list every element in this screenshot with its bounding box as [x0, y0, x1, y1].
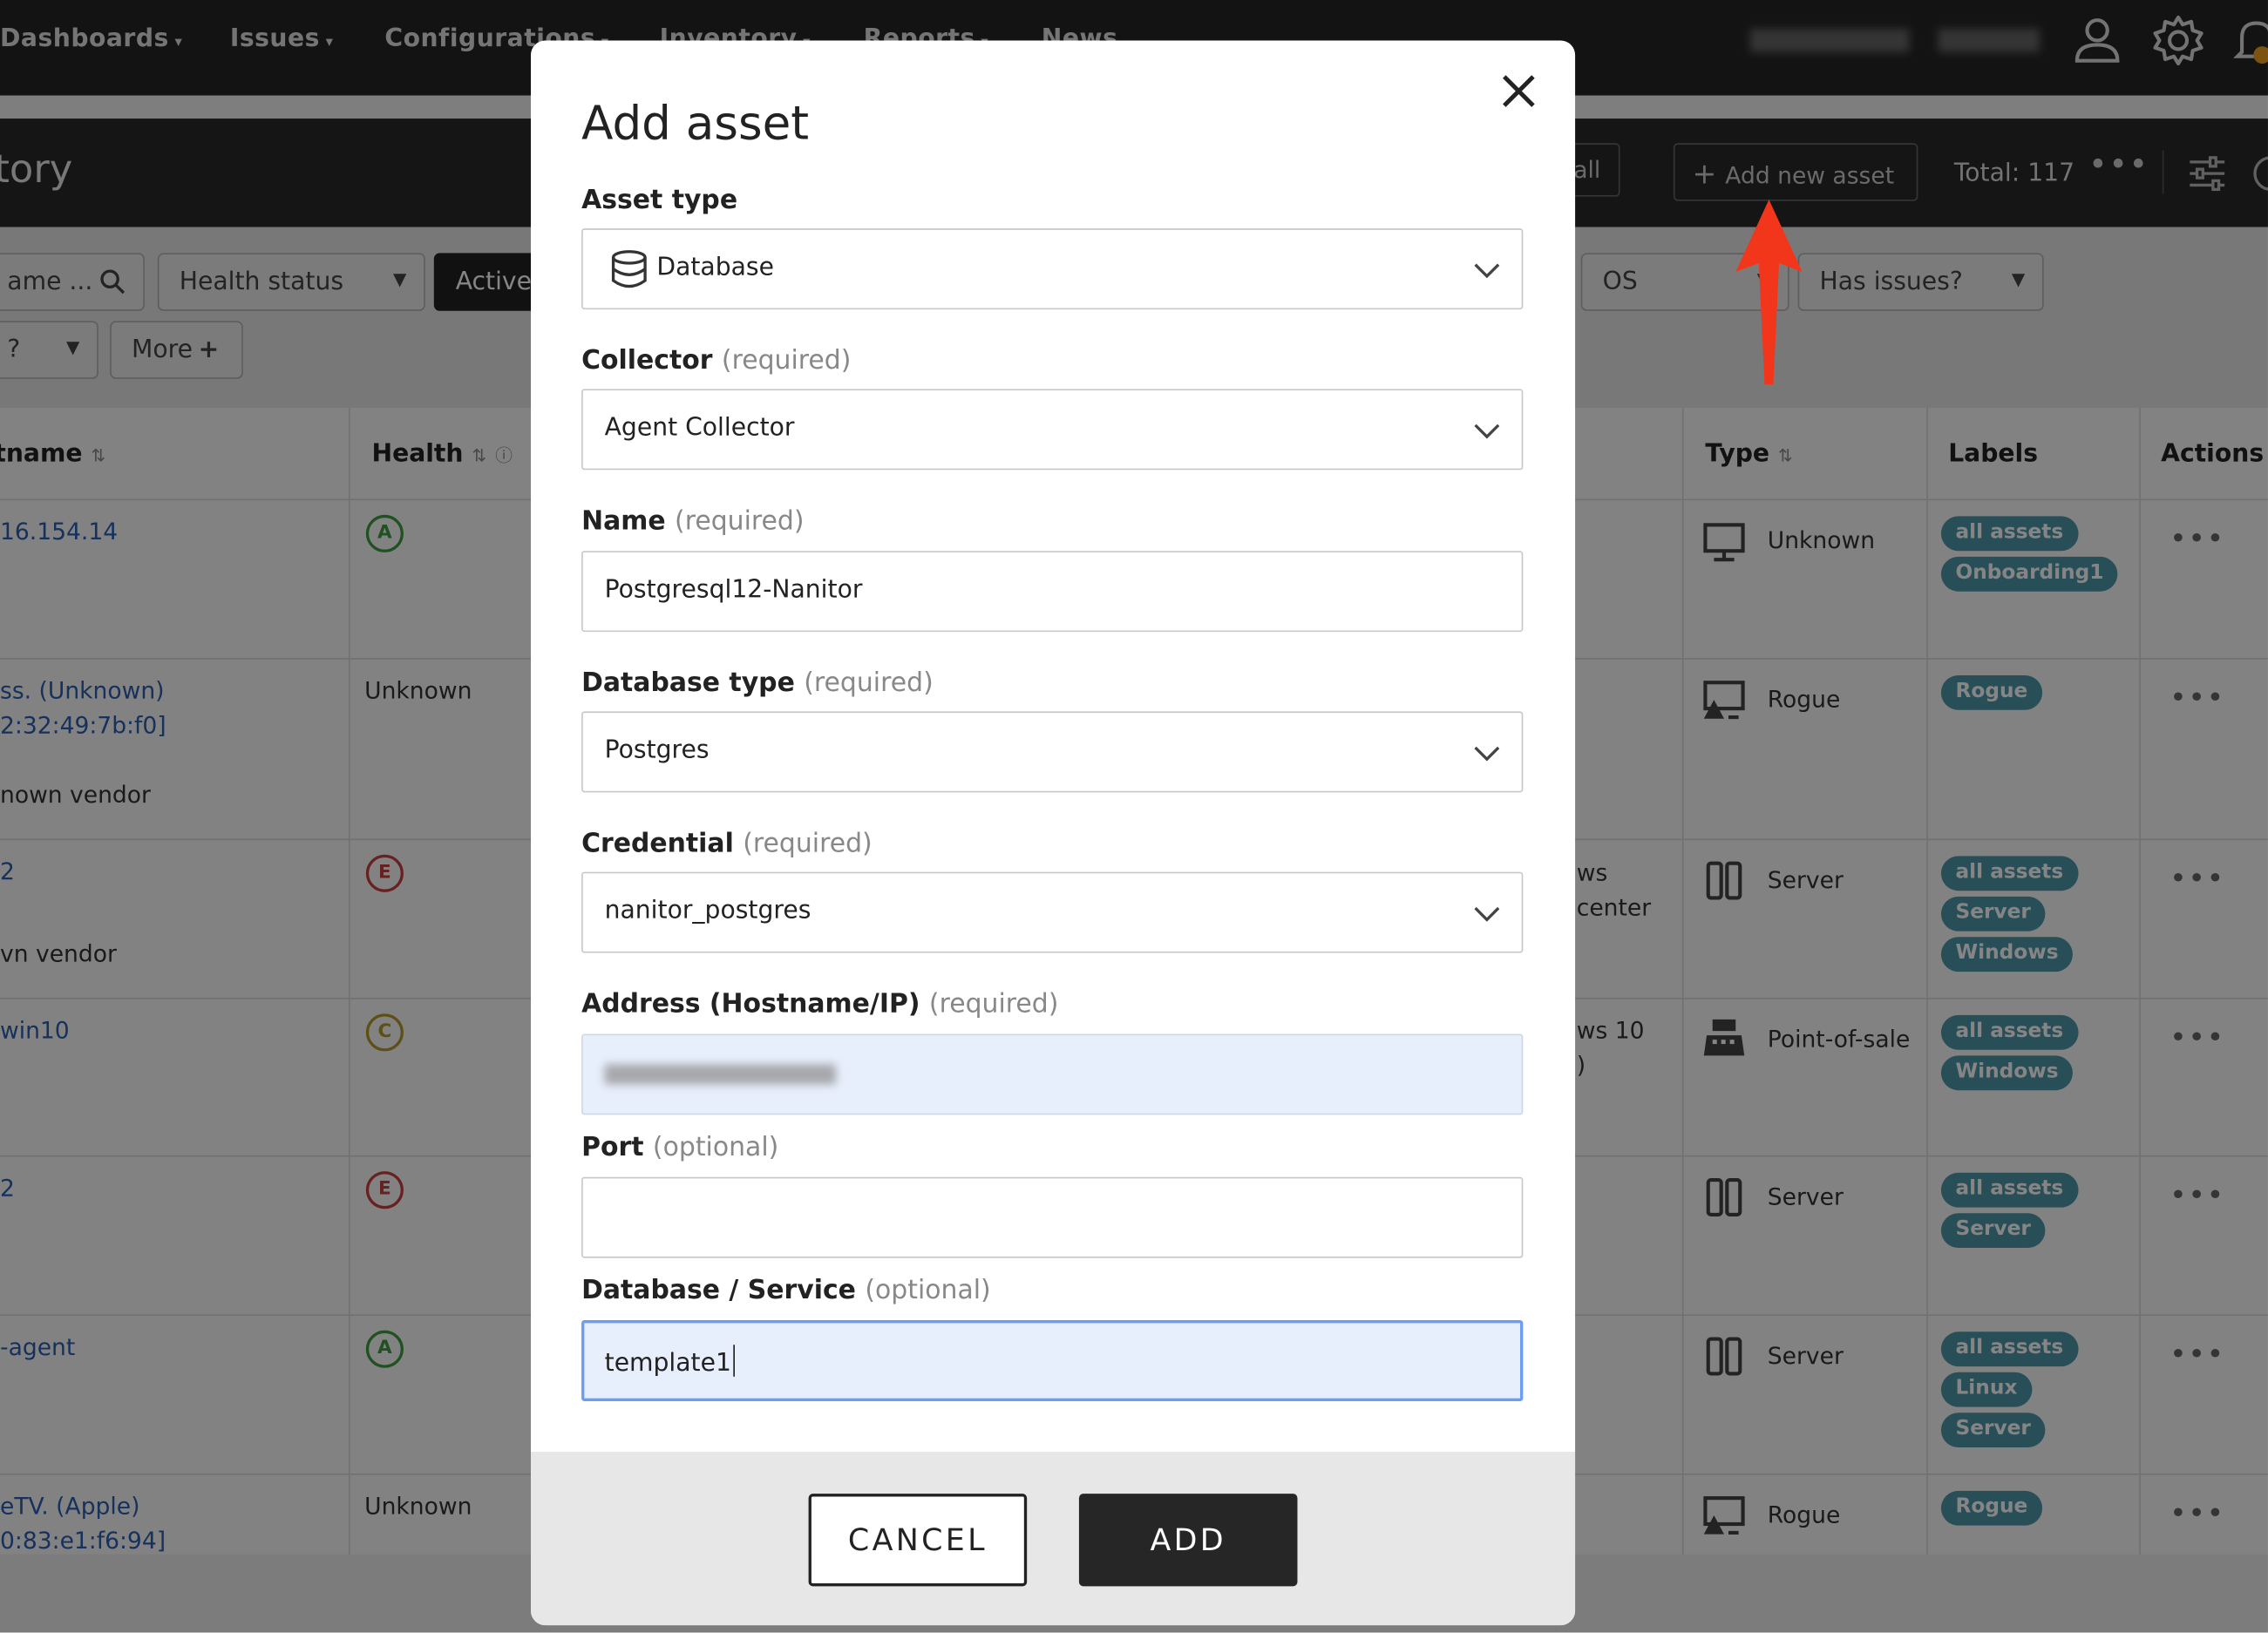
asset-type-label: Asset type	[581, 185, 738, 216]
add-button[interactable]: ADD	[1078, 1494, 1298, 1587]
database-service-input[interactable]: template1	[581, 1320, 1524, 1401]
chevron-down-icon	[1474, 263, 1500, 279]
address-input[interactable]	[581, 1033, 1524, 1115]
add-asset-dialog: Add asset Asset type Database Collector …	[530, 40, 1576, 1626]
asset-type-value: Database	[656, 253, 774, 282]
annotation-arrow-icon	[1735, 199, 1803, 385]
port-label: Port (optional)	[581, 1132, 779, 1163]
chevron-down-icon	[1474, 906, 1500, 922]
address-label: Address (Hostname/IP) (required)	[581, 989, 1059, 1020]
cancel-button[interactable]: CANCEL	[808, 1494, 1028, 1587]
database-service-value-wrap: template1	[605, 1345, 735, 1378]
collector-select[interactable]: Agent Collector	[581, 389, 1524, 471]
dialog-footer: CANCEL ADD	[530, 1452, 1576, 1626]
name-input[interactable]: Postgresql12-Nanitor	[581, 551, 1524, 633]
database-service-label: Database / Service (optional)	[581, 1275, 991, 1306]
chevron-down-icon	[1474, 423, 1500, 439]
redacted-address	[604, 1064, 837, 1085]
name-value: Postgresql12-Nanitor	[604, 575, 863, 605]
collector-label: Collector (required)	[581, 345, 852, 376]
text-cursor	[732, 1345, 735, 1377]
name-label: Name (required)	[581, 505, 805, 537]
database-icon	[611, 250, 647, 288]
asset-type-select[interactable]: Database	[581, 228, 1524, 310]
credential-value: nanitor_postgres	[604, 896, 811, 926]
screen: Dashboards▾ Issues▾ Configurations▾ Inve…	[0, 0, 2268, 1633]
database-type-label: Database type (required)	[581, 667, 934, 699]
dialog-title: Add asset	[581, 95, 810, 151]
database-type-value: Postgres	[604, 735, 710, 765]
close-icon[interactable]	[1494, 66, 1543, 115]
chevron-down-icon	[1474, 746, 1500, 762]
credential-select[interactable]: nanitor_postgres	[581, 871, 1524, 953]
database-type-select[interactable]: Postgres	[581, 711, 1524, 793]
database-service-value: template1	[604, 1349, 731, 1379]
collector-value: Agent Collector	[604, 413, 795, 443]
credential-label: Credential (required)	[581, 828, 873, 859]
port-input[interactable]	[581, 1176, 1524, 1258]
